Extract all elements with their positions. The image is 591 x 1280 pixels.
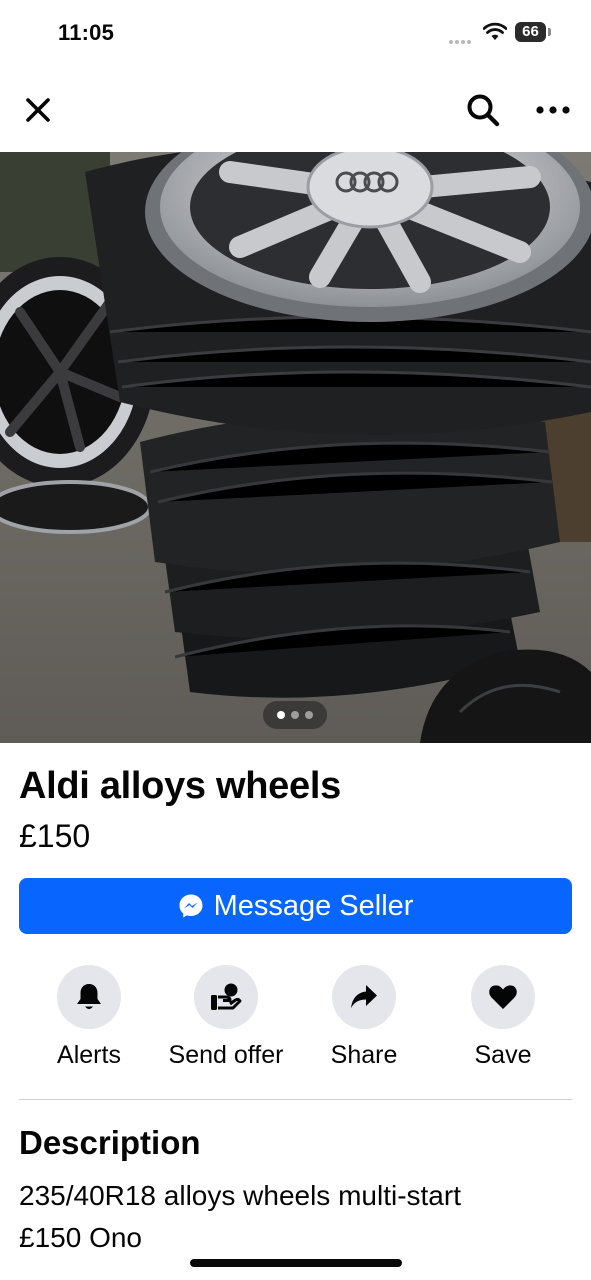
tyre-stack-image [0,152,591,743]
message-seller-label: Message Seller [213,889,414,922]
share-icon [351,985,377,1008]
photo-dot-3 [305,711,313,719]
send-offer-button[interactable]: Send offer [161,965,291,1070]
cellular-signal-icon [449,31,473,49]
bell-icon [77,984,101,1009]
photo-dot-1 [277,711,285,719]
heart-icon [489,985,517,1009]
photo-dot-2 [291,711,299,719]
send-offer-label: Send offer [168,1041,284,1069]
alerts-icon-circle [57,965,121,1029]
section-divider [19,1099,572,1100]
offer-icon [211,983,242,1010]
top-navigation [0,78,591,144]
listing-photo[interactable] [0,152,591,743]
description-line-2: £150 Ono [19,1222,142,1253]
description-line-1: 235/40R18 alloys wheels multi-start [19,1180,461,1211]
alerts-button[interactable]: Alerts [24,965,154,1070]
listing-title: Aldi alloys wheels [19,765,341,807]
wifi-icon [483,22,507,40]
close-icon [26,98,50,122]
save-icon-circle [471,965,535,1029]
send-offer-icon-circle [194,965,258,1029]
listing-price: £150 [19,818,91,854]
message-seller-button[interactable]: Message Seller [19,878,572,934]
home-indicator[interactable] [190,1259,402,1267]
share-icon-circle [332,965,396,1029]
save-button[interactable]: Save [438,965,568,1070]
messenger-icon [179,894,203,918]
search-button[interactable] [461,88,505,132]
share-button[interactable]: Share [299,965,429,1070]
more-options-button[interactable] [531,88,575,132]
status-bar: 11:05 66 [0,0,591,66]
battery-indicator: 66 [515,22,546,42]
alerts-label: Alerts [57,1041,121,1069]
description-heading: Description [19,1124,201,1161]
status-time: 11:05 [58,20,115,45]
photo-pagination[interactable] [263,701,327,729]
search-icon [467,94,500,127]
description-text: 235/40R18 alloys wheels multi-start £150… [19,1175,572,1259]
save-label: Save [474,1041,532,1069]
close-button[interactable] [16,88,60,132]
more-icon [536,106,570,114]
battery-cap [548,28,551,36]
share-label: Share [330,1041,398,1069]
